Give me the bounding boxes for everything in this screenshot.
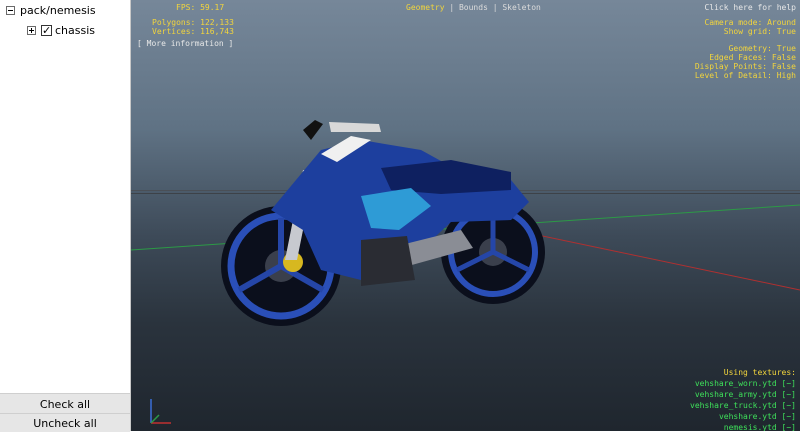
geometry-toggle[interactable]: Geometry: True [729, 44, 796, 53]
tab-geometry[interactable]: Geometry [406, 3, 445, 12]
uncheck-all-button[interactable]: Uncheck all [0, 413, 130, 432]
scene-tree-panel: pack/nemesis ✓ chassis Check all Uncheck… [0, 0, 131, 432]
level-of-detail[interactable]: Level of Detail: High [695, 71, 796, 80]
tree-item-root-label: pack/nemesis [20, 4, 96, 17]
using-textures-label: Using textures: [723, 368, 796, 377]
camera-mode[interactable]: Camera mode: Around [704, 18, 796, 27]
display-points-toggle[interactable]: Display Points: False [695, 62, 796, 71]
edged-faces-toggle[interactable]: Edged Faces: False [709, 53, 796, 62]
show-grid[interactable]: Show grid: True [724, 27, 796, 36]
help-link[interactable]: Click here for help [704, 3, 796, 12]
engine [361, 236, 415, 286]
texture-item[interactable]: vehshare.ytd [−] [719, 412, 796, 421]
collapse-icon[interactable] [6, 6, 15, 15]
motorcycle-model [221, 120, 545, 326]
fps-counter: FPS: 59.17 [176, 3, 225, 12]
vertices-count: Vertices: 116,743 [152, 27, 234, 36]
texture-item[interactable]: vehshare_truck.ytd [−] [690, 401, 796, 410]
mirror [303, 120, 323, 140]
axes-gizmo-icon [150, 399, 171, 424]
texture-item[interactable]: nemesis.ytd [−] [724, 423, 796, 431]
tree-item-chassis[interactable]: ✓ chassis [27, 24, 95, 37]
view-tabs: Geometry | Bounds | Skeleton [406, 3, 541, 12]
tree-item-chassis-label: chassis [55, 24, 96, 37]
texture-item[interactable]: vehshare_worn.ytd [−] [695, 379, 796, 388]
handlebar [329, 122, 381, 132]
3d-viewport[interactable]: FPS: 59.17 Polygons: 122,133 Vertices: 1… [131, 0, 800, 431]
check-all-button[interactable]: Check all [0, 393, 130, 414]
texture-item[interactable]: vehshare_army.ytd [−] [695, 390, 796, 399]
expand-icon[interactable] [27, 26, 36, 35]
polygons-count: Polygons: 122,133 [152, 18, 234, 27]
more-information-link[interactable]: [ More information ] [137, 39, 233, 48]
tab-skeleton[interactable]: Skeleton [502, 3, 541, 12]
chassis-checkbox[interactable]: ✓ [41, 25, 52, 36]
tab-bounds[interactable]: Bounds [459, 3, 488, 12]
tree-item-root[interactable]: pack/nemesis [6, 4, 96, 17]
